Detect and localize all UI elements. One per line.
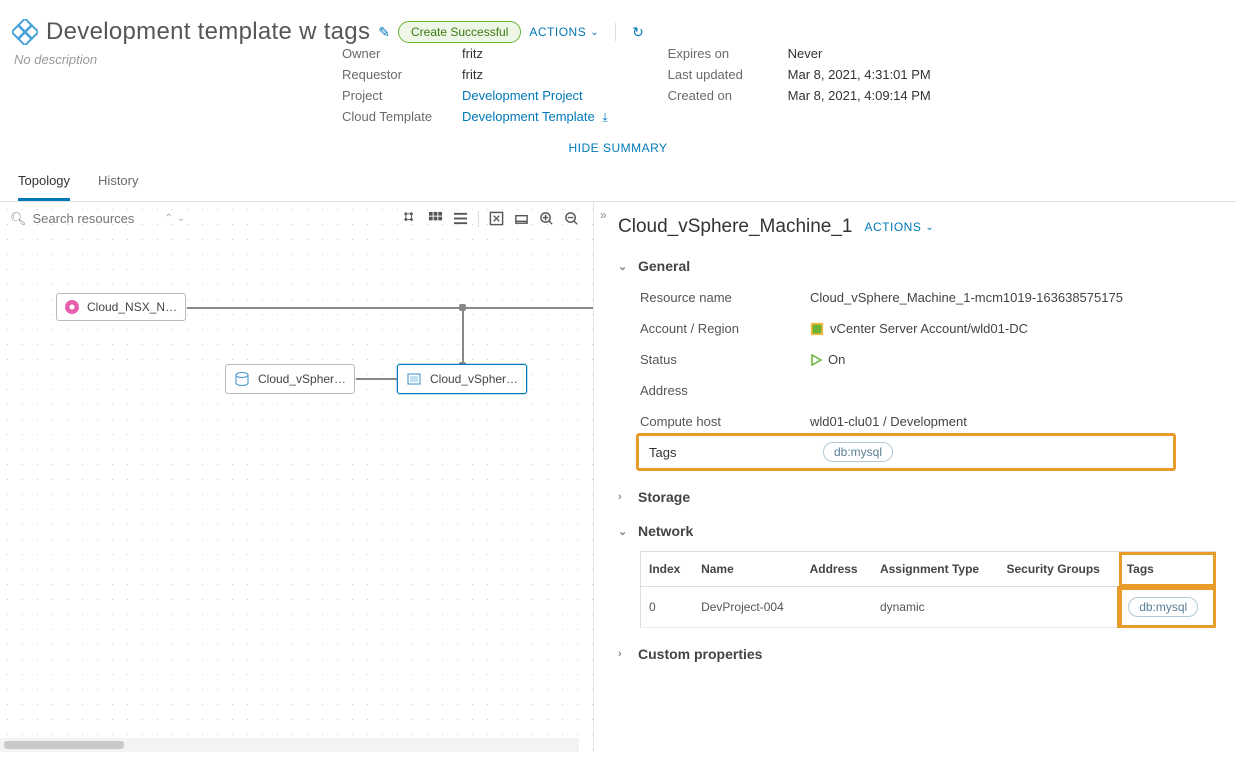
compute-host-value: wld01-clu01 / Development <box>810 414 1216 429</box>
horizontal-scrollbar[interactable] <box>0 738 579 752</box>
download-icon[interactable]: ⤓ <box>602 110 607 124</box>
description-placeholder: No description <box>12 46 342 67</box>
power-on-icon <box>810 354 822 366</box>
chevron-right-icon: › <box>618 648 628 660</box>
created-on-value: Mar 8, 2021, 4:09:14 PM <box>788 88 931 103</box>
cell-name: DevProject-004 <box>693 587 802 628</box>
account-region-value: vCenter Server Account/wld01-DC <box>830 321 1028 336</box>
vcenter-icon <box>810 322 824 336</box>
col-tags[interactable]: Tags <box>1119 552 1216 587</box>
status-pill: Create Successful <box>398 21 521 43</box>
cell-index: 0 <box>641 587 694 628</box>
resource-name-value: Cloud_vSphere_Machine_1-mcm1019-16363857… <box>810 290 1216 305</box>
col-address[interactable]: Address <box>802 552 872 587</box>
cloud-template-label: Cloud Template <box>342 109 462 125</box>
last-updated-label: Last updated <box>668 67 788 82</box>
refresh-icon[interactable]: ↻ <box>632 24 644 41</box>
created-on-label: Created on <box>668 88 788 103</box>
col-name[interactable]: Name <box>693 552 802 587</box>
tags-label: Tags <box>649 445 823 460</box>
node-label: Cloud_vSpher… <box>430 372 518 386</box>
tag-chip[interactable]: db:mysql <box>1128 597 1198 617</box>
owner-value: fritz <box>462 46 608 61</box>
last-updated-value: Mar 8, 2021, 4:31:01 PM <box>788 67 931 82</box>
chevron-down-icon: ⌄ <box>618 260 628 273</box>
selected-resource-title: Cloud_vSphere_Machine_1 <box>618 216 853 238</box>
resource-name-label: Resource name <box>640 290 810 305</box>
tab-history[interactable]: History <box>98 163 138 201</box>
section-toggle-network[interactable]: ⌄ Network <box>618 523 1216 539</box>
project-link[interactable]: Development Project <box>462 88 608 103</box>
vm-icon <box>406 371 422 387</box>
status-label: Status <box>640 352 810 367</box>
chevron-down-icon[interactable]: ⌄ <box>177 213 185 224</box>
tree-layout-icon[interactable] <box>403 211 418 226</box>
network-table: Index Name Address Assignment Type Secur… <box>640 551 1216 628</box>
zoom-in-icon[interactable] <box>539 211 554 226</box>
page-actions-dropdown[interactable]: ACTIONS⌄ <box>529 25 599 39</box>
section-toggle-custom-properties[interactable]: › Custom properties <box>618 646 1216 662</box>
section-toggle-storage[interactable]: › Storage <box>618 489 1216 505</box>
requestor-value: fritz <box>462 67 608 82</box>
node-label: Cloud_vSpher… <box>258 372 346 386</box>
table-row[interactable]: 0 DevProject-004 dynamic db:mysql <box>641 587 1216 628</box>
deployment-logo-icon <box>12 19 38 45</box>
nsx-network-icon <box>65 300 79 314</box>
address-value <box>810 383 1216 398</box>
resource-actions-dropdown[interactable]: ACTIONS⌄ <box>865 220 935 234</box>
requestor-label: Requestor <box>342 67 462 82</box>
expires-value: Never <box>788 46 931 61</box>
cell-assignment: dynamic <box>872 587 999 628</box>
chevron-down-icon: ⌄ <box>618 525 628 538</box>
topology-node-nsx-network[interactable]: Cloud_NSX_N… <box>56 293 186 321</box>
tab-topology[interactable]: Topology <box>18 163 70 201</box>
cell-tags: db:mysql <box>1119 587 1216 628</box>
project-label: Project <box>342 88 462 103</box>
disk-icon <box>234 371 250 387</box>
node-label: Cloud_NSX_N… <box>87 300 177 314</box>
col-index[interactable]: Index <box>641 552 694 587</box>
compute-host-label: Compute host <box>640 414 810 429</box>
edit-pencil-icon[interactable]: ✎ <box>378 24 390 41</box>
list-view-icon[interactable] <box>453 211 468 226</box>
account-region-label: Account / Region <box>640 321 810 336</box>
section-toggle-general[interactable]: ⌄ General <box>618 258 1216 274</box>
resource-search-input[interactable] <box>31 210 161 227</box>
divider <box>615 23 616 41</box>
zoom-out-icon[interactable] <box>564 211 579 226</box>
address-label: Address <box>640 383 810 398</box>
status-value: On <box>828 352 845 367</box>
topology-node-vsphere-machine[interactable]: Cloud_vSpher… <box>397 364 527 394</box>
cloud-template-link[interactable]: Development Template <box>462 109 595 124</box>
tags-highlight-box: Tags db:mysql <box>636 433 1176 471</box>
topology-node-vsphere-disk[interactable]: Cloud_vSpher… <box>225 364 355 394</box>
cell-security <box>999 587 1119 628</box>
page-title: Development template w tags <box>46 18 370 46</box>
chevron-up-icon[interactable]: ⌃ <box>165 213 173 224</box>
tag-chip[interactable]: db:mysql <box>823 442 893 462</box>
col-assignment[interactable]: Assignment Type <box>872 552 999 587</box>
col-security[interactable]: Security Groups <box>999 552 1119 587</box>
topology-canvas[interactable]: 🔍︎ ⌃ ⌄ Cloud_NSX_N… <box>0 202 593 752</box>
fit-to-screen-icon[interactable] <box>489 211 504 226</box>
cell-address <box>802 587 872 628</box>
owner-label: Owner <box>342 46 462 61</box>
center-icon[interactable] <box>514 211 529 226</box>
search-icon: 🔍︎ <box>10 211 27 227</box>
hide-summary-toggle[interactable]: HIDE SUMMARY <box>0 133 1236 163</box>
panel-expand-icon[interactable]: » <box>600 208 609 222</box>
chevron-right-icon: › <box>618 491 628 503</box>
grid-view-icon[interactable] <box>428 211 443 226</box>
expires-label: Expires on <box>668 46 788 61</box>
